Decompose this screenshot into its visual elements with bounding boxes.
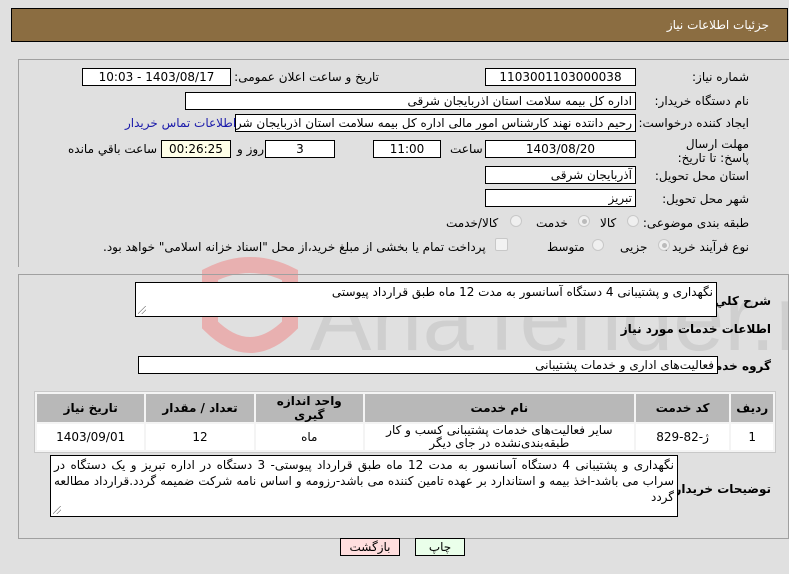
- deadline-days-label: روز و: [237, 142, 264, 156]
- cell-need-date: 1403/09/01: [37, 424, 145, 450]
- province-label: استان محل تحویل:: [654, 169, 749, 183]
- city-label: شهر محل تحویل:: [662, 192, 749, 206]
- buyer-contact-link[interactable]: اطلاعات تماس خریدار: [125, 116, 236, 130]
- treasury-checkbox[interactable]: [495, 238, 508, 251]
- category-radio-goods[interactable]: [627, 215, 639, 227]
- remaining-time-label: ساعت باقي مانده: [68, 142, 158, 156]
- resize-grip-icon[interactable]: [53, 506, 61, 514]
- requester-field: رحیم دانتده نهند کارشناس امور مالی اداره…: [235, 114, 636, 132]
- buyer-org-label: نام دستگاه خریدار:: [654, 94, 750, 108]
- cell-row-number: 1: [731, 424, 773, 450]
- deadline-time-label: ساعت: [450, 142, 483, 156]
- requester-label: ایجاد کننده درخواست:: [638, 116, 749, 130]
- need-number-field: 1103001103000038: [485, 68, 636, 86]
- category-label: طبقه بندی موضوعی:: [642, 216, 749, 230]
- deadline-time-field: 11:00: [373, 140, 441, 158]
- summary-textarea[interactable]: نگهداری و پشتیبانی 4 دستگاه آسانسور به م…: [135, 282, 717, 317]
- services-section-title: اطلاعات خدمات مورد نیاز: [620, 322, 771, 336]
- category-radio-goods-service[interactable]: [510, 215, 522, 227]
- table-row: 1 ژ-82-829 سایر فعالیت‌های خدمات پشتیبان…: [37, 424, 773, 450]
- services-table-header: ردیف کد خدمت نام خدمت واحد اندازه گیری ت…: [37, 394, 773, 422]
- city-field: تبریز: [485, 189, 636, 207]
- buyer-org-field: اداره کل بیمه سلامت استان اذربایجان شرقی: [185, 92, 636, 110]
- resize-grip-icon[interactable]: [138, 306, 146, 314]
- category-radio-service[interactable]: [578, 215, 590, 227]
- purchase-radio-minor[interactable]: [658, 239, 670, 251]
- page-title: جزئیات اطلاعات نیاز: [666, 18, 769, 32]
- category-option-service: خدمت: [536, 216, 568, 230]
- back-button[interactable]: بازگشت: [340, 538, 400, 556]
- province-field: آذربایجان شرقی: [485, 166, 636, 184]
- buyer-notes-textarea[interactable]: نگهداری و پشتیبانی 4 دستگاه آسانسور به م…: [50, 455, 678, 517]
- category-option-goods: کالا: [600, 216, 617, 230]
- purchase-option-medium: متوسط: [547, 240, 585, 254]
- col-unit: واحد اندازه گیری: [255, 394, 363, 422]
- buyer-notes-label: توضیحات خریدار:: [669, 482, 771, 496]
- col-row-number: ردیف: [731, 394, 773, 422]
- col-quantity: تعداد / مقدار: [146, 394, 254, 422]
- announce-datetime-label: تاریخ و ساعت اعلان عمومی:: [234, 70, 379, 84]
- deadline-label: مهلت ارسال پاسخ: تا تاریخ:: [677, 137, 749, 165]
- col-need-date: تاریخ نیاز: [37, 394, 145, 422]
- page-header: جزئیات اطلاعات نیاز: [11, 8, 788, 42]
- col-service-name: نام خدمت: [364, 394, 634, 422]
- purchase-option-minor: جزیی: [620, 240, 648, 254]
- deadline-days-field: 3: [265, 140, 335, 158]
- service-group-field: فعالیت‌های اداری و خدمات پشتیبانی: [138, 356, 718, 374]
- cell-quantity: 12: [146, 424, 254, 450]
- announce-datetime-field: 1403/08/17 - 10:03: [82, 68, 231, 86]
- cell-service-code: ژ-82-829: [635, 424, 730, 450]
- print-button[interactable]: چاپ: [415, 538, 465, 556]
- remaining-time-field: 00:26:25: [161, 140, 231, 158]
- summary-text: نگهداری و پشتیبانی 4 دستگاه آسانسور به م…: [331, 285, 713, 299]
- category-option-goods-service: کالا/خدمت: [446, 216, 499, 230]
- services-table: ردیف کد خدمت نام خدمت واحد اندازه گیری ت…: [34, 391, 776, 453]
- purchase-type-label: نوع فرآیند خرید :: [664, 240, 749, 254]
- purchase-radio-medium[interactable]: [592, 239, 604, 251]
- cell-service-name: سایر فعالیت‌های خدمات پشتیبانی کسب و کار…: [364, 424, 634, 450]
- treasury-checkbox-label: پرداخت تمام یا بخشی از مبلغ خرید،از محل …: [103, 240, 486, 254]
- col-service-code: کد خدمت: [635, 394, 730, 422]
- buyer-notes-text: نگهداری و پشتیبانی 4 دستگاه آسانسور به م…: [54, 458, 675, 504]
- deadline-date-field: 1403/08/20: [485, 140, 636, 158]
- cell-unit: ماه: [255, 424, 363, 450]
- need-number-label: شماره نیاز:: [692, 70, 749, 84]
